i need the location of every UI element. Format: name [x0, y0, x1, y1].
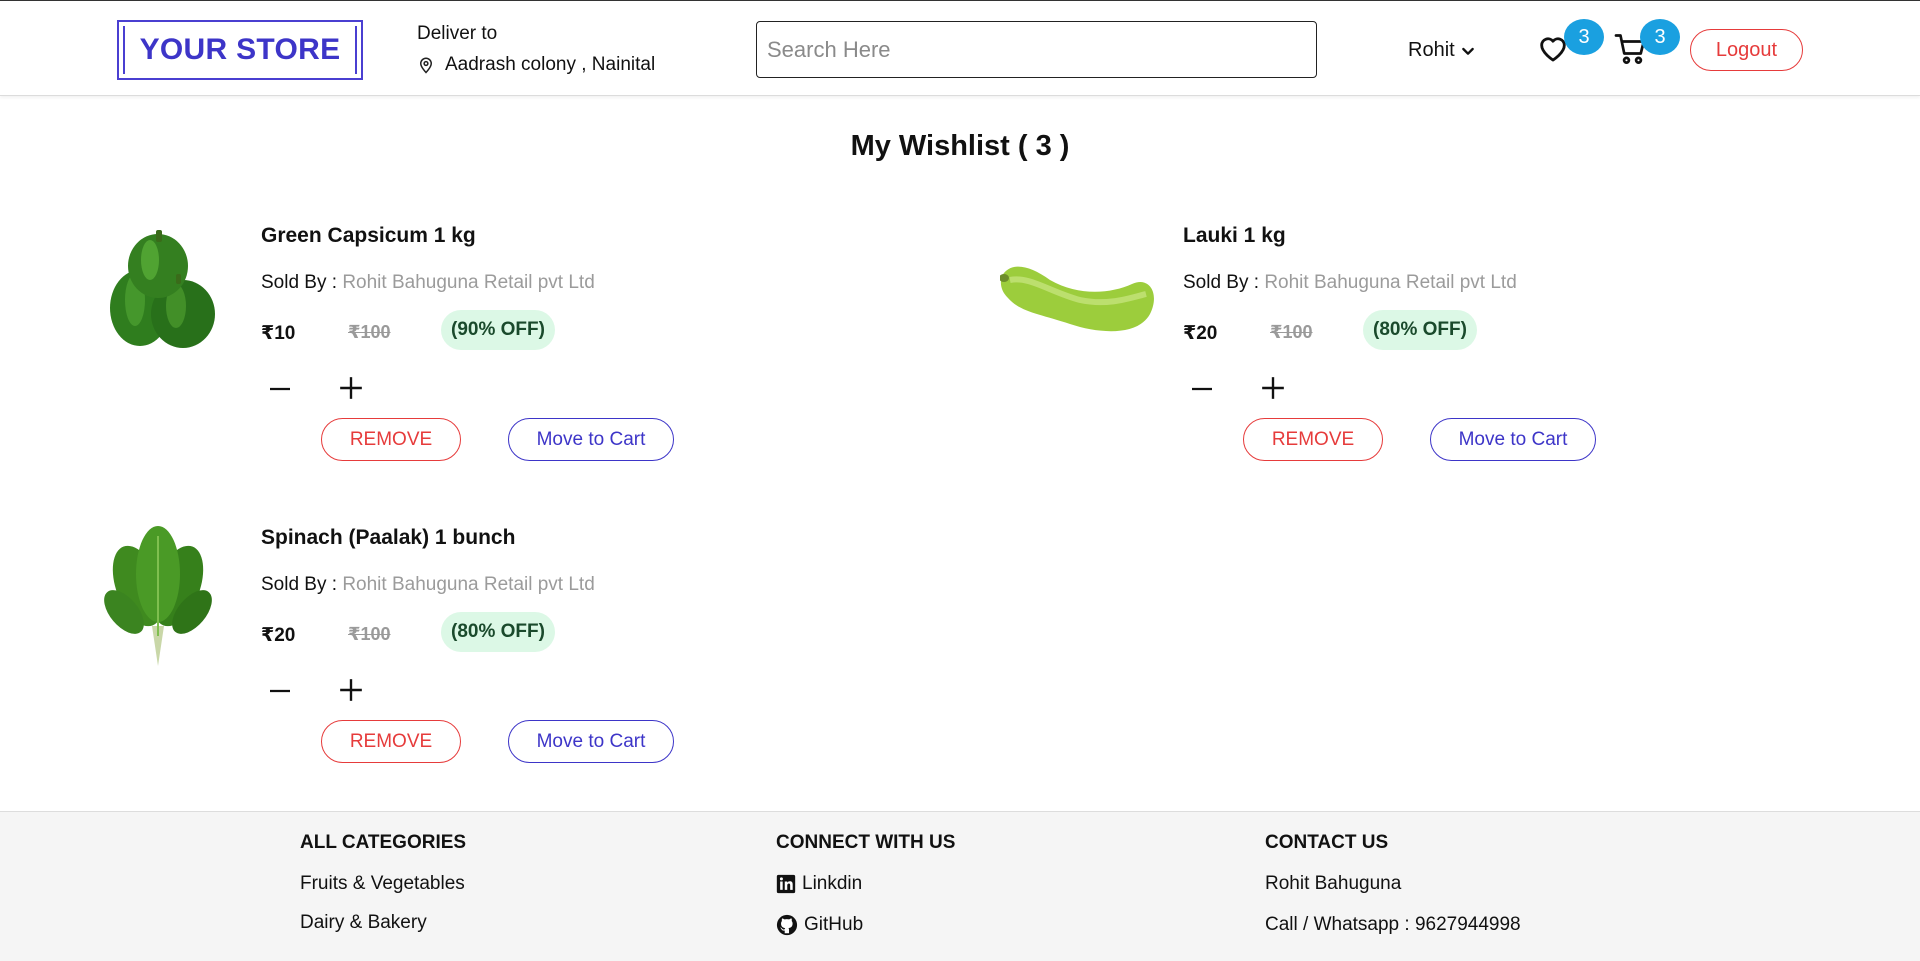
product-price: ₹20 — [1183, 323, 1218, 344]
deliver-address-row: Aadrash colony , Nainital — [417, 54, 655, 76]
discount-badge: (90% OFF) — [441, 310, 555, 350]
wishlist-item: Spinach (Paalak) 1 bunch Sold By : Rohit… — [78, 516, 778, 763]
footer-contact-title: CONTACT US — [1265, 832, 1389, 853]
footer-contact-name: Rohit Bahuguna — [1265, 873, 1402, 894]
user-name: Rohit — [1408, 39, 1455, 61]
move-to-cart-button[interactable]: Move to Cart — [508, 418, 674, 461]
product-mrp: ₹100 — [348, 322, 391, 342]
search-input[interactable] — [756, 21, 1317, 78]
green-capsicum-image — [110, 230, 215, 348]
store-logo[interactable]: YOUR STORE — [117, 20, 363, 80]
bottle-gourd-image — [1000, 266, 1154, 332]
footer-contact-phone[interactable]: Call / Whatsapp : 9627944998 — [1265, 914, 1521, 936]
page-title: My Wishlist ( 3 ) — [850, 130, 1070, 162]
discount-badge: (80% OFF) — [1363, 310, 1477, 350]
sold-by-label: Sold By : — [261, 272, 338, 293]
footer-linkedin-label: Linkdin — [802, 873, 863, 894]
minus-icon[interactable] — [268, 377, 292, 401]
footer: ALL CATEGORIES Fruits & Vegetables Dairy… — [0, 811, 1920, 961]
deliver-address: Aadrash colony , Nainital — [445, 54, 656, 75]
logout-button[interactable]: Logout — [1690, 29, 1803, 71]
seller-name: Rohit Bahuguna Retail pvt Ltd — [1264, 272, 1517, 293]
seller-name: Rohit Bahuguna Retail pvt Ltd — [342, 574, 595, 595]
user-menu[interactable]: Rohit — [1408, 39, 1476, 62]
wishlist-item: Green Capsicum 1 kg Sold By : Rohit Bahu… — [78, 214, 778, 461]
footer-category-link[interactable]: Fruits & Vegetables — [300, 873, 466, 895]
footer-connect: CONNECT WITH US Linkdin GitHub — [776, 832, 955, 936]
wishlist-item: Lauki 1 kg Sold By : Rohit Bahuguna Reta… — [1000, 214, 1700, 461]
product-name[interactable]: Lauki 1 kg — [1183, 224, 1286, 248]
footer-linkedin-link[interactable]: Linkdin — [776, 873, 955, 895]
sold-by: Sold By : Rohit Bahuguna Retail pvt Ltd — [261, 272, 595, 294]
discount-badge: (80% OFF) — [441, 612, 555, 652]
deliver-label: Deliver to — [417, 23, 498, 44]
wishlist-count-badge: 3 — [1564, 19, 1604, 55]
cart-count-badge: 3 — [1640, 19, 1680, 55]
product-price: ₹20 — [261, 625, 296, 646]
footer-categories-title: ALL CATEGORIES — [300, 832, 467, 853]
product-name[interactable]: Spinach (Paalak) 1 bunch — [261, 526, 515, 550]
move-to-cart-button[interactable]: Move to Cart — [508, 720, 674, 763]
footer-connect-title: CONNECT WITH US — [776, 832, 956, 853]
github-icon — [776, 914, 798, 936]
deliver-location[interactable]: Deliver to Aadrash colony , Nainital — [417, 23, 655, 76]
plus-icon[interactable] — [1260, 375, 1286, 401]
sold-by-label: Sold By : — [261, 574, 338, 595]
remove-button[interactable]: REMOVE — [1243, 418, 1383, 461]
product-mrp: ₹100 — [348, 624, 391, 644]
product-mrp: ₹100 — [1270, 322, 1313, 342]
footer-category-link[interactable]: Dairy & Bakery — [300, 912, 466, 934]
product-price: ₹10 — [261, 323, 296, 344]
sold-by: Sold By : Rohit Bahuguna Retail pvt Ltd — [1183, 272, 1517, 294]
minus-icon[interactable] — [268, 679, 292, 703]
plus-icon[interactable] — [338, 677, 364, 703]
linkedin-icon — [776, 874, 796, 894]
sold-by-label: Sold By : — [1183, 272, 1260, 293]
location-pin-icon — [419, 57, 433, 74]
footer-categories: ALL CATEGORIES Fruits & Vegetables Dairy… — [300, 832, 466, 934]
footer-github-link[interactable]: GitHub — [776, 914, 955, 936]
sold-by: Sold By : Rohit Bahuguna Retail pvt Ltd — [261, 574, 595, 596]
footer-contact: CONTACT US Rohit Bahuguna Call / Whatsap… — [1265, 832, 1521, 936]
store-logo-text: YOUR STORE — [123, 26, 357, 74]
product-name[interactable]: Green Capsicum 1 kg — [261, 224, 476, 248]
top-header: YOUR STORE Deliver to Aadrash colony , N… — [0, 0, 1920, 96]
footer-github-label: GitHub — [804, 914, 864, 935]
remove-button[interactable]: REMOVE — [321, 720, 461, 763]
remove-button[interactable]: REMOVE — [321, 418, 461, 461]
spinach-image — [104, 526, 212, 666]
seller-name: Rohit Bahuguna Retail pvt Ltd — [342, 272, 595, 293]
plus-icon[interactable] — [338, 375, 364, 401]
move-to-cart-button[interactable]: Move to Cart — [1430, 418, 1596, 461]
minus-icon[interactable] — [1190, 377, 1214, 401]
chevron-down-icon — [1461, 47, 1474, 55]
